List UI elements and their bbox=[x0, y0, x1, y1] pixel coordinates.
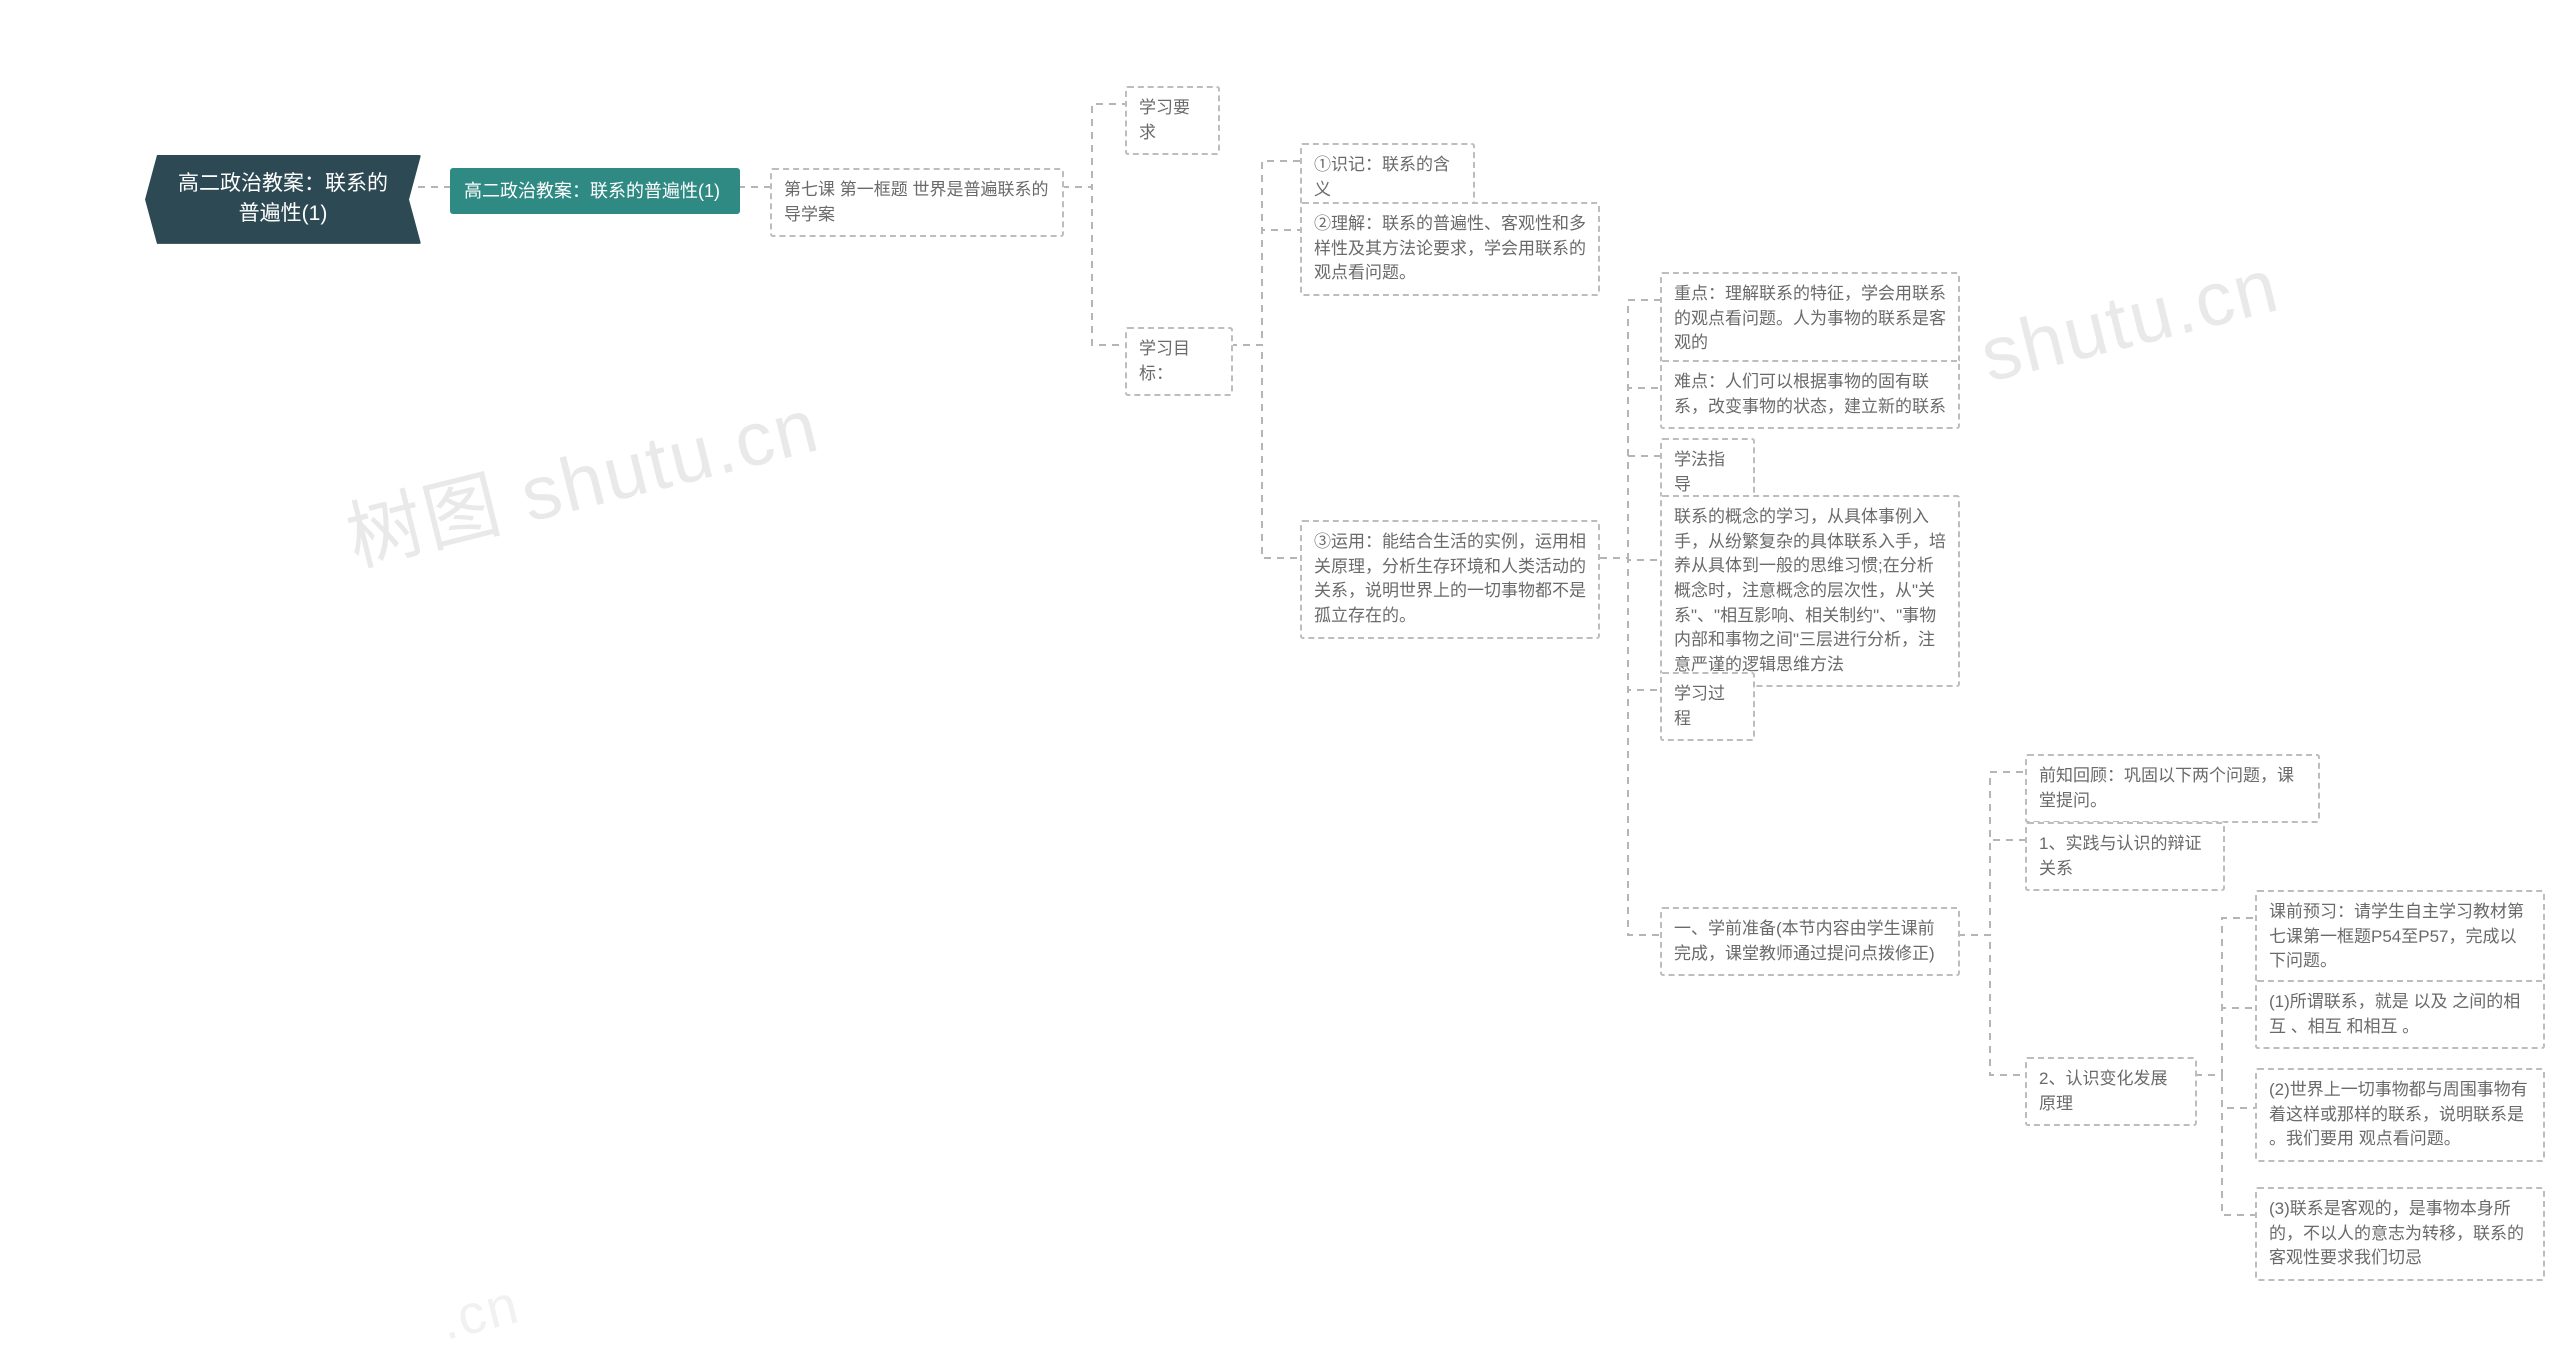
node-level1[interactable]: 高二政治教案：联系的普遍性(1) bbox=[450, 168, 740, 214]
node-learning-process[interactable]: 学习过程 bbox=[1660, 672, 1755, 741]
watermark: 树图 shutu.cn bbox=[334, 363, 829, 586]
node-level2[interactable]: 第七课 第一框题 世界是普遍联系的导学案 bbox=[770, 168, 1064, 237]
node-preclass-prep[interactable]: 一、学前准备(本节内容由学生课前完成，课堂教师通过提问点拨修正) bbox=[1660, 907, 1960, 976]
node-method-detail[interactable]: 联系的概念的学习，从具体事例入手，从纷繁复杂的具体联系入手，培养从具体到一般的思… bbox=[1660, 495, 1960, 687]
watermark: .cn bbox=[433, 1271, 526, 1352]
node-q2[interactable]: (2)世界上一切事物都与周围事物有着这样或那样的联系，说明联系是 。我们要用 观… bbox=[2255, 1068, 2545, 1162]
node-prev-review[interactable]: 前知回顾：巩固以下两个问题，课堂提问。 bbox=[2025, 754, 2320, 823]
node-q1[interactable]: (1)所谓联系，就是 以及 之间的相互 、相互 和相互 。 bbox=[2255, 980, 2545, 1049]
node-learning-requirements[interactable]: 学习要求 bbox=[1125, 86, 1220, 155]
node-keypoint[interactable]: 重点：理解联系的特征，学会用联系的观点看问题。人为事物的联系是客观的 bbox=[1660, 272, 1960, 366]
node-item-1[interactable]: 1、实践与认识的辩证关系 bbox=[2025, 822, 2225, 891]
node-difficulty[interactable]: 难点：人们可以根据事物的固有联系，改变事物的状态，建立新的联系 bbox=[1660, 360, 1960, 429]
node-item-2[interactable]: 2、认识变化发展原理 bbox=[2025, 1057, 2197, 1126]
node-q3[interactable]: (3)联系是客观的，是事物本身所 的，不以人的意志为转移，联系的客观性要求我们切… bbox=[2255, 1187, 2545, 1281]
node-learning-goals[interactable]: 学习目标： bbox=[1125, 327, 1233, 396]
node-goal-2[interactable]: ②理解：联系的普遍性、客观性和多样性及其方法论要求，学会用联系的观点看问题。 bbox=[1300, 202, 1600, 296]
node-preview[interactable]: 课前预习：请学生自主学习教材第七课第一框题P54至P57，完成以下问题。 bbox=[2255, 890, 2545, 984]
root-node[interactable]: 高二政治教案：联系的普遍性(1) bbox=[145, 155, 421, 244]
node-goal-3[interactable]: ③运用：能结合生活的实例，运用相关原理，分析生存环境和人类活动的关系，说明世界上… bbox=[1300, 520, 1600, 639]
